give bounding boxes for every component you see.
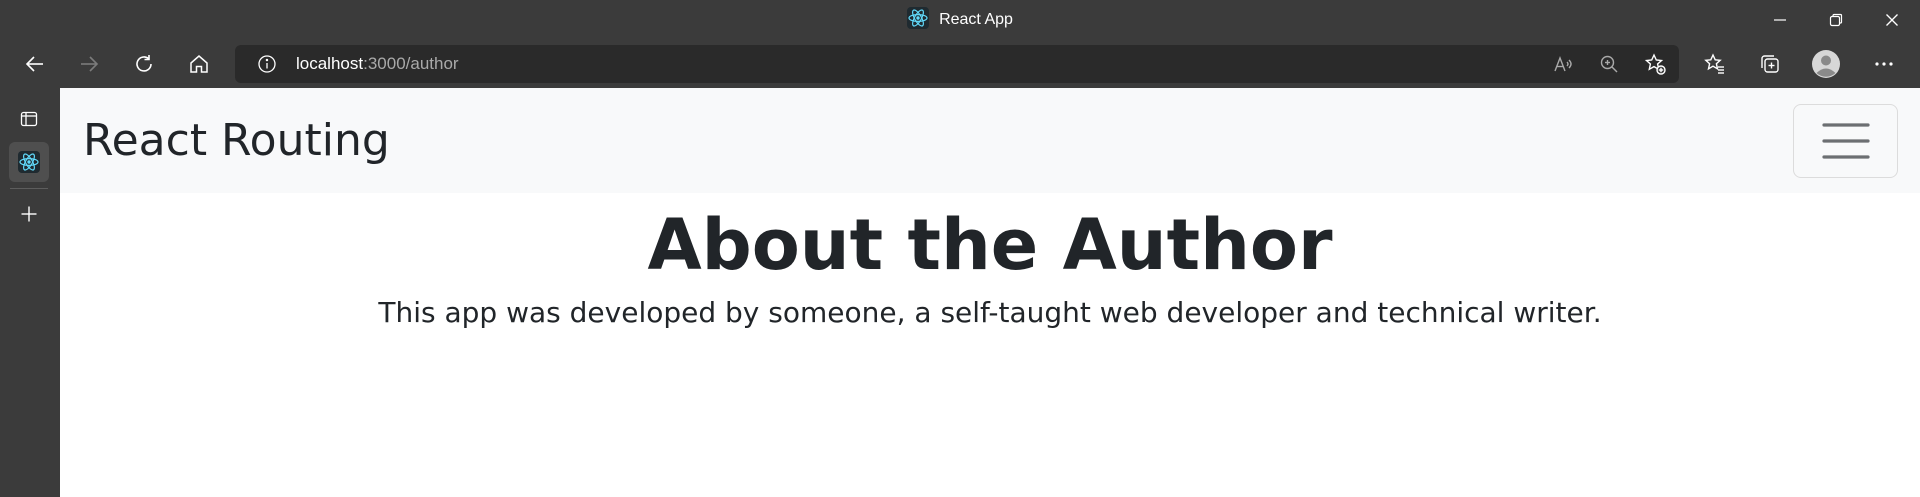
read-aloud-button[interactable] [1545, 46, 1581, 82]
forward-icon [81, 56, 99, 72]
react-logo-icon [907, 6, 930, 34]
collections-button[interactable] [1752, 46, 1788, 82]
page-title: About the Author [647, 204, 1333, 286]
site-info-icon [258, 55, 276, 73]
lead-paragraph: This app was developed by someone, a sel… [378, 296, 1602, 329]
zoom-button[interactable] [1591, 46, 1627, 82]
back-button[interactable] [17, 46, 53, 82]
new-tab-button[interactable] [9, 194, 49, 234]
favorites-icon [1704, 53, 1724, 74]
sidebar-divider [10, 188, 48, 189]
more-icon [1875, 62, 1893, 66]
minimize-button[interactable] [1752, 0, 1808, 40]
hamburger-menu-icon [1821, 123, 1870, 159]
url-path: :3000/author [363, 54, 459, 73]
collections-icon [1761, 55, 1779, 73]
back-icon [25, 56, 43, 72]
window-title: React App [939, 11, 1013, 28]
tab-react-app[interactable] [9, 142, 49, 182]
add-favorite-icon [1644, 53, 1666, 75]
home-icon [190, 55, 208, 73]
profile-icon [1812, 50, 1840, 78]
page-viewport: React Routing About the Author This app … [60, 88, 1920, 497]
browser-toolbar: localhost:3000/author [0, 40, 1920, 88]
close-button[interactable] [1864, 0, 1920, 40]
restore-icon [1829, 13, 1843, 27]
vertical-tab-strip [0, 88, 60, 497]
favorites-button[interactable] [1697, 46, 1733, 82]
site-info-button[interactable] [249, 46, 285, 82]
window-title-area: React App [0, 0, 1920, 40]
browser-window: React App localhost:3000/author React Ro… [0, 0, 1920, 497]
navbar-brand[interactable]: React Routing [83, 88, 390, 193]
close-icon [1886, 14, 1898, 26]
title-bar: React App [0, 0, 1920, 40]
refresh-icon [136, 55, 152, 72]
navbar-toggler-button[interactable] [1793, 104, 1898, 178]
react-logo-icon [18, 151, 40, 173]
add-favorite-button[interactable] [1637, 46, 1673, 82]
forward-button[interactable] [71, 46, 107, 82]
new-tab-icon [21, 206, 37, 222]
restore-button[interactable] [1808, 0, 1864, 40]
profile-button[interactable] [1808, 46, 1844, 82]
url-text[interactable]: localhost:3000/author [296, 45, 459, 83]
window-controls [1752, 0, 1920, 40]
main-content: About the Author This app was developed … [60, 193, 1920, 331]
zoom-icon [1600, 55, 1618, 73]
url-host: localhost [296, 54, 364, 73]
refresh-button[interactable] [126, 46, 162, 82]
tab-actions-icon [20, 111, 38, 127]
navbar: React Routing [60, 88, 1920, 193]
home-button[interactable] [181, 46, 217, 82]
minimize-icon [1774, 19, 1786, 21]
address-bar[interactable]: localhost:3000/author [235, 45, 1679, 83]
more-button[interactable] [1866, 46, 1902, 82]
tab-actions-button[interactable] [9, 99, 49, 139]
read-aloud-icon [1554, 56, 1572, 72]
